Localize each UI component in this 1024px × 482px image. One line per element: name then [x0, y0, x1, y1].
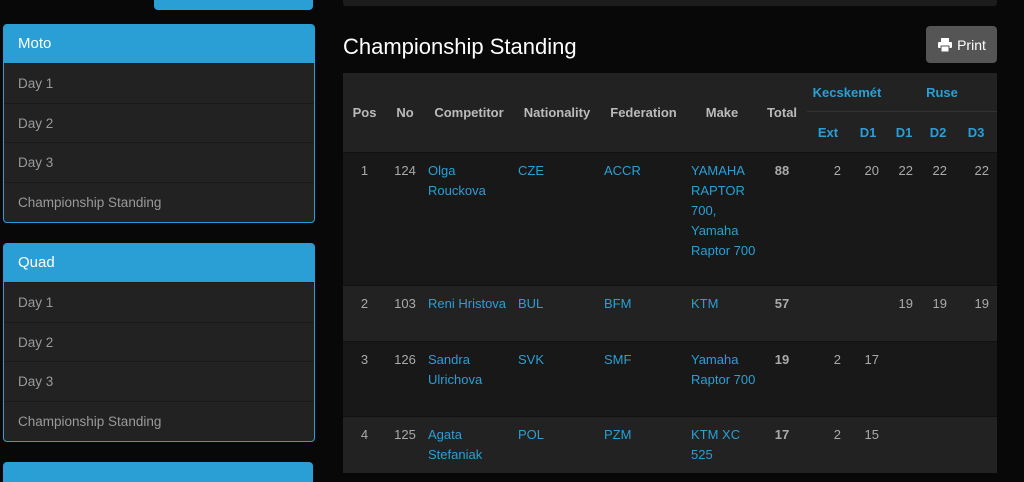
competitor-link[interactable]: Olga Rouckova	[424, 152, 514, 286]
moto-day-2-link[interactable]: Day 2	[4, 102, 314, 143]
moto-championship-standing-link[interactable]: Championship Standing	[4, 181, 314, 222]
printer-icon	[938, 37, 953, 52]
header-pos[interactable]: Pos	[343, 73, 386, 153]
header-competitor[interactable]: Competitor	[424, 73, 514, 153]
cell-kecskemet-ext	[807, 285, 849, 342]
make-link[interactable]: YAMAHA RAPTOR 700, Yamaha Raptor 700	[687, 152, 757, 286]
nationality-link[interactable]: SVK	[514, 341, 600, 417]
cell-ruse-d2: 22	[921, 152, 955, 286]
moto-day-1-link[interactable]: Day 1	[4, 63, 314, 103]
federation-link[interactable]: ACCR	[600, 152, 687, 286]
print-button[interactable]: Print	[926, 26, 997, 63]
top-button[interactable]	[154, 0, 313, 10]
print-label: Print	[957, 36, 986, 53]
cell-ruse-d3	[955, 341, 997, 417]
table-row: 3 126 Sandra Ulrichova SVK SMF Yamaha Ra…	[343, 341, 997, 417]
moto-panel: Moto Day 1 Day 2 Day 3 Championship Stan…	[3, 24, 315, 223]
cell-kecskemet-d1: 15	[849, 416, 887, 473]
cell-pos: 3	[343, 341, 386, 417]
cell-ruse-d1	[887, 416, 921, 473]
header-kecskemet-ext: Ext	[807, 111, 849, 153]
make-link[interactable]: KTM	[687, 285, 757, 342]
cell-total: 88	[757, 152, 807, 286]
header-make[interactable]: Make	[687, 73, 757, 153]
cell-ruse-d2: 19	[921, 285, 955, 342]
quad-championship-standing-link[interactable]: Championship Standing	[4, 400, 314, 441]
header-kecskemet-d1: D1	[849, 111, 887, 153]
header-group-ruse: Ruse	[887, 73, 997, 112]
table-row: 2 103 Reni Hristova BUL BFM KTM 57 19 19…	[343, 285, 997, 342]
header-ruse-d3: D3	[955, 111, 997, 153]
moto-panel-title: Moto	[4, 25, 314, 63]
competitor-link[interactable]: Reni Hristova	[424, 285, 514, 342]
header-ruse-d2: D2	[921, 111, 955, 153]
cell-no: 124	[386, 152, 424, 286]
nationality-link[interactable]: POL	[514, 416, 600, 473]
nationality-link[interactable]: CZE	[514, 152, 600, 286]
quad-day-1-link[interactable]: Day 1	[4, 282, 314, 322]
cell-kecskemet-d1: 17	[849, 341, 887, 417]
header-nationality[interactable]: Nationality	[514, 73, 600, 153]
cell-ruse-d3: 19	[955, 285, 997, 342]
header-ruse-d1: D1	[887, 111, 921, 153]
header-total[interactable]: Total	[757, 73, 807, 153]
next-panel-heading	[3, 462, 313, 482]
quad-panel: Quad Day 1 Day 2 Day 3 Championship Stan…	[3, 243, 315, 442]
cell-ruse-d2	[921, 341, 955, 417]
cell-kecskemet-d1: 20	[849, 152, 887, 286]
nationality-link[interactable]: BUL	[514, 285, 600, 342]
standings-table: Pos No Competitor Nationality Federation…	[343, 73, 997, 473]
cell-kecskemet-ext: 2	[807, 341, 849, 417]
cell-total: 17	[757, 416, 807, 473]
header-group-kecskemet: Kecskemét	[807, 73, 887, 112]
make-link[interactable]: Yamaha Raptor 700	[687, 341, 757, 417]
table-row: 4 125 Agata Stefaniak POL PZM KTM XC 525…	[343, 416, 997, 473]
cell-pos: 2	[343, 285, 386, 342]
cell-ruse-d2	[921, 416, 955, 473]
cell-total: 57	[757, 285, 807, 342]
cell-no: 126	[386, 341, 424, 417]
cell-ruse-d1: 19	[887, 285, 921, 342]
cell-pos: 1	[343, 152, 386, 286]
header-federation[interactable]: Federation	[600, 73, 687, 153]
header-no[interactable]: No	[386, 73, 424, 153]
cell-kecskemet-ext: 2	[807, 416, 849, 473]
federation-link[interactable]: SMF	[600, 341, 687, 417]
quad-day-2-link[interactable]: Day 2	[4, 321, 314, 362]
table-row: 1 124 Olga Rouckova CZE ACCR YAMAHA RAPT…	[343, 152, 997, 286]
cell-kecskemet-d1	[849, 285, 887, 342]
moto-day-3-link[interactable]: Day 3	[4, 142, 314, 182]
cell-total: 19	[757, 341, 807, 417]
competitor-link[interactable]: Sandra Ulrichova	[424, 341, 514, 417]
cell-no: 125	[386, 416, 424, 473]
competitor-link[interactable]: Agata Stefaniak	[424, 416, 514, 473]
make-link[interactable]: KTM XC 525	[687, 416, 757, 473]
quad-panel-title: Quad	[4, 244, 314, 282]
cell-no: 103	[386, 285, 424, 342]
cell-ruse-d3: 22	[955, 152, 997, 286]
cell-ruse-d1	[887, 341, 921, 417]
cell-ruse-d1: 22	[887, 152, 921, 286]
federation-link[interactable]: BFM	[600, 285, 687, 342]
page-title: Championship Standing	[343, 34, 577, 59]
quad-day-3-link[interactable]: Day 3	[4, 361, 314, 401]
cell-kecskemet-ext: 2	[807, 152, 849, 286]
federation-link[interactable]: PZM	[600, 416, 687, 473]
cell-ruse-d3	[955, 416, 997, 473]
top-bar	[343, 0, 997, 6]
cell-pos: 4	[343, 416, 386, 473]
